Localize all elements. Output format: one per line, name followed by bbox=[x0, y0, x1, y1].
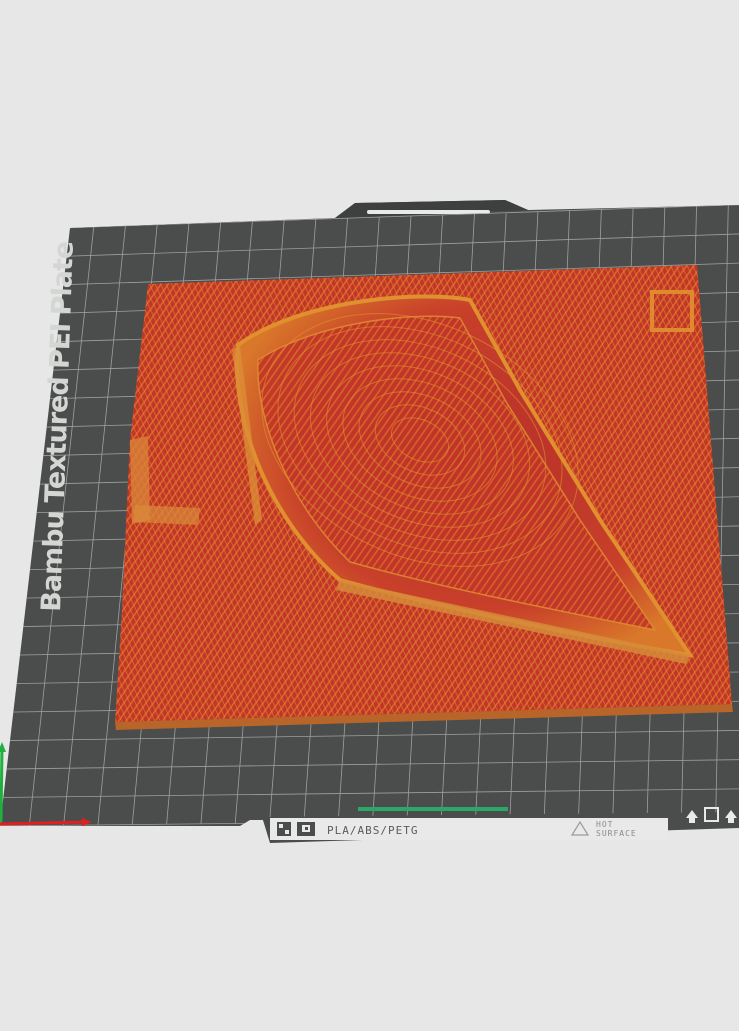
x-axis bbox=[0, 820, 89, 826]
model-left-wall bbox=[133, 505, 200, 525]
3d-viewport[interactable]: Bambu Textured PEI Plate PLA/ABS/PETG HO… bbox=[0, 0, 739, 1031]
plate-tab-highlight bbox=[367, 210, 490, 214]
surface-label: SURFACE bbox=[596, 829, 637, 838]
plate-type-icon bbox=[297, 822, 315, 836]
hot-label: HOT bbox=[596, 820, 613, 829]
plate-qr-icon bbox=[277, 822, 291, 836]
material-label: PLA/ABS/PETG bbox=[327, 824, 418, 837]
scene-canvas[interactable]: Bambu Textured PEI Plate PLA/ABS/PETG HO… bbox=[0, 0, 739, 1031]
printed-model[interactable] bbox=[115, 265, 733, 730]
y-axis-arrow bbox=[0, 742, 6, 752]
strip-green-bar bbox=[358, 807, 508, 811]
y-axis bbox=[0, 744, 4, 823]
